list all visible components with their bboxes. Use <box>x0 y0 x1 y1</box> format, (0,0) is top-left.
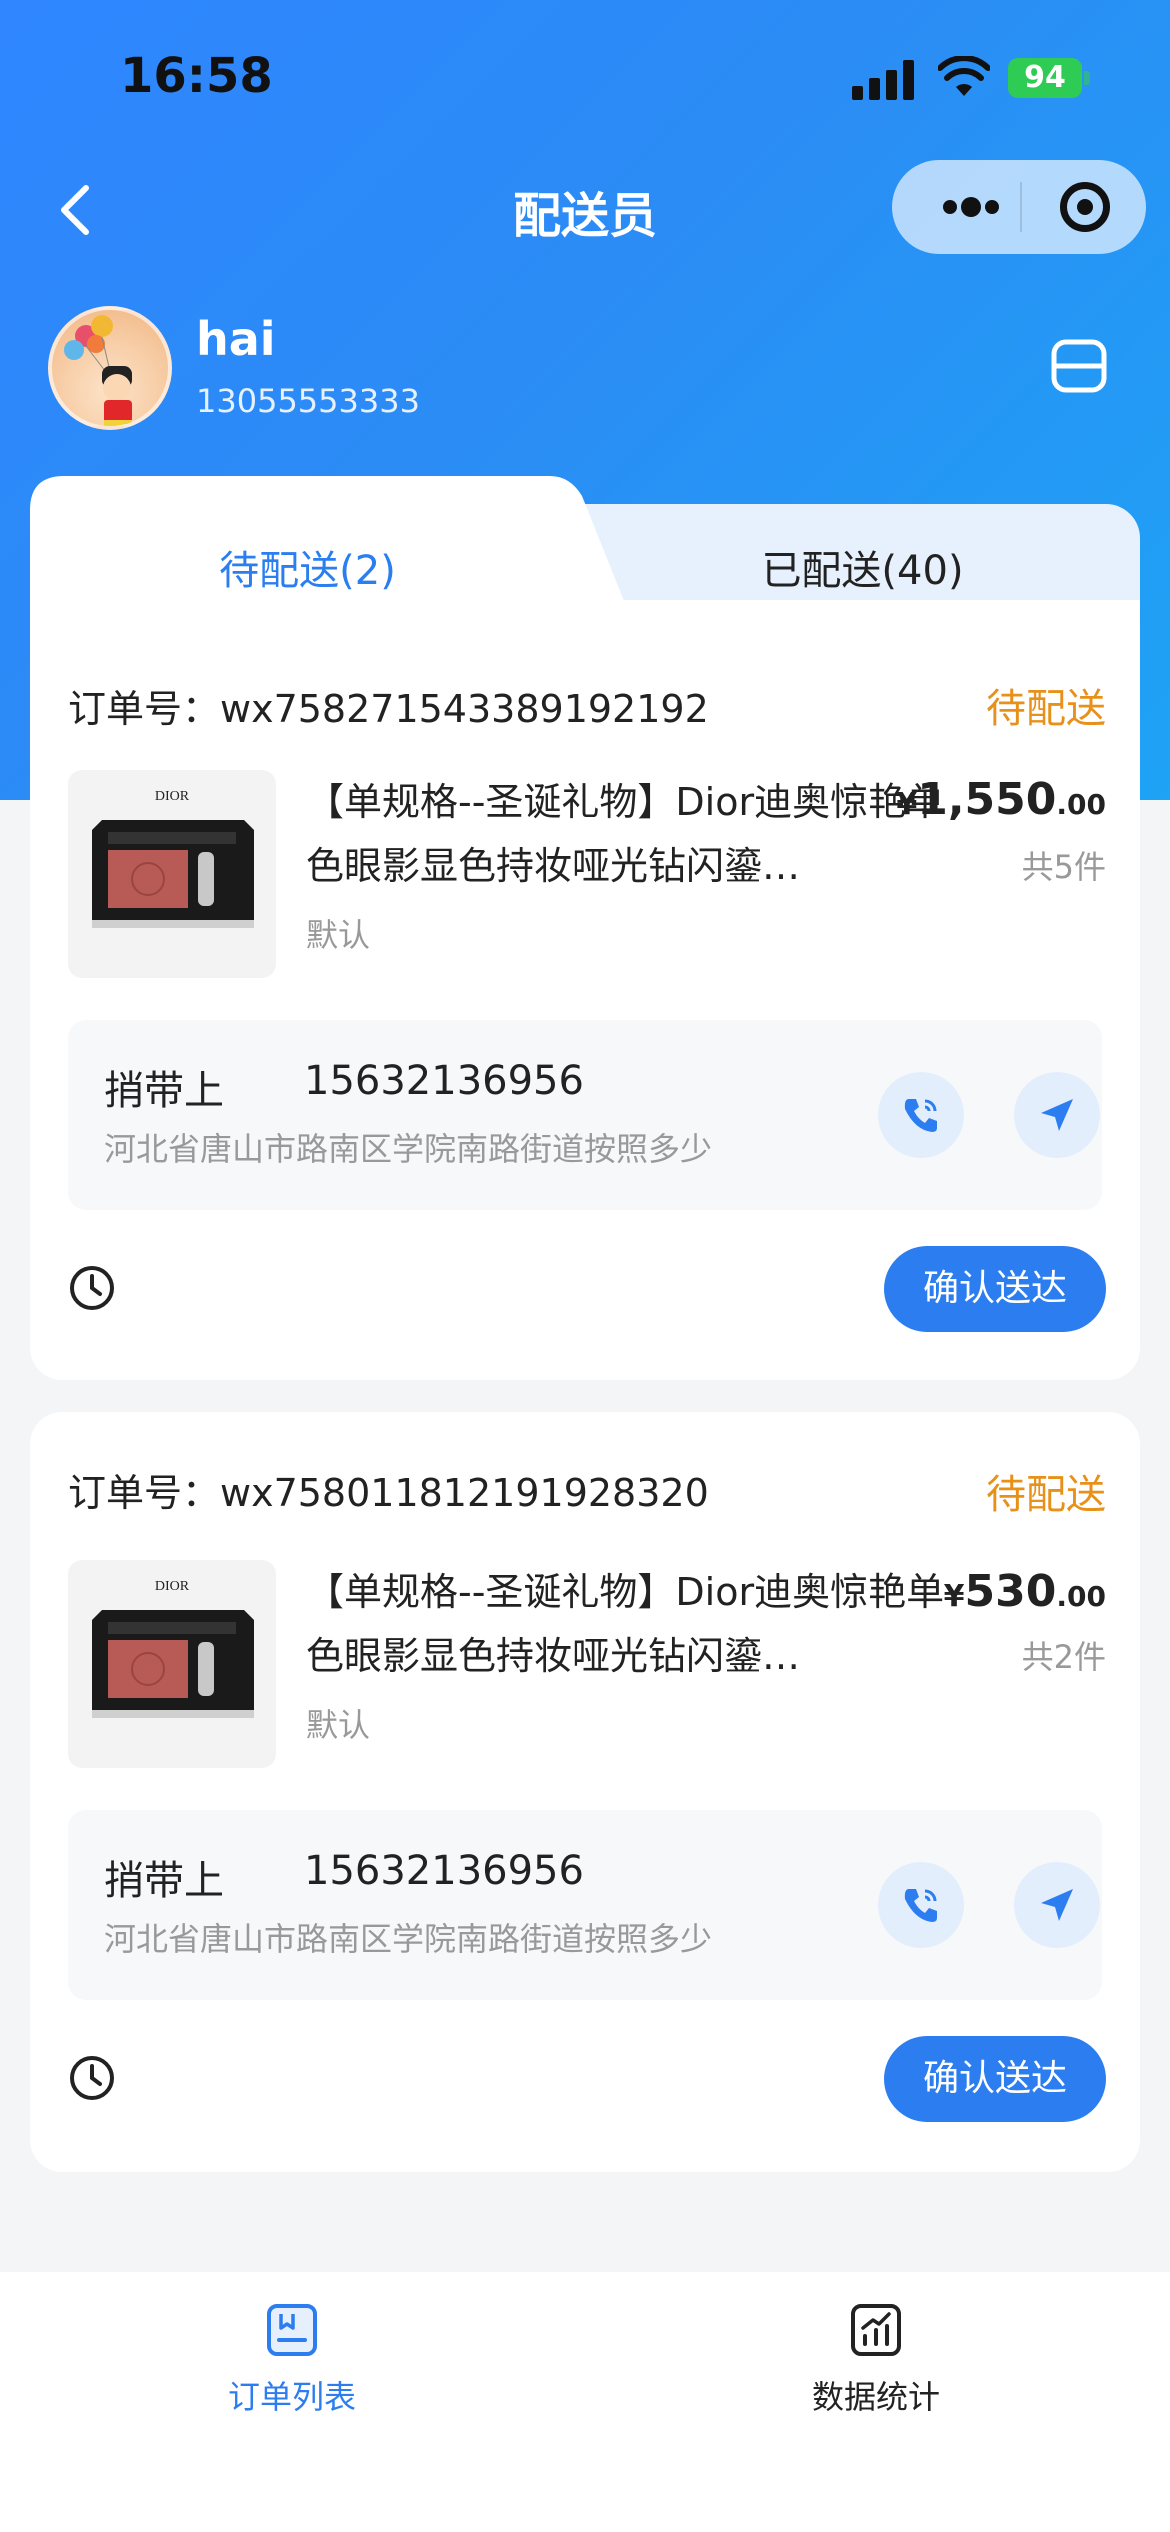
close-mini-program-icon[interactable] <box>1060 182 1110 232</box>
switch-account-icon[interactable] <box>1050 338 1108 394</box>
order-number: 订单号：wx758271543389192192 <box>68 687 709 731</box>
order-status: 待配送 <box>986 1472 1106 1518</box>
confirm-delivery-button[interactable]: 确认送达 <box>884 2036 1106 2122</box>
phone-icon <box>904 1099 937 1132</box>
wifi-icon <box>938 56 990 96</box>
item-count: 共5件 <box>1021 848 1106 886</box>
product-image[interactable]: DIOR <box>68 770 276 978</box>
order-status: 待配送 <box>986 686 1106 732</box>
phone-icon <box>904 1889 937 1922</box>
call-button[interactable] <box>878 1072 964 1158</box>
product-price: ¥1,550.00 <box>896 774 1106 825</box>
mini-program-capsule <box>892 160 1146 254</box>
call-button[interactable] <box>878 1862 964 1948</box>
product-price: ¥530.00 <box>943 1566 1106 1617</box>
product-spec: 默认 <box>306 916 371 954</box>
more-menu-icon[interactable] <box>926 160 1016 254</box>
receiver-phone: 15632136956 <box>304 1848 584 1894</box>
tab-pending[interactable]: 待配送(2) <box>30 538 585 596</box>
receiver-address: 河北省唐山市路南区学院南路街道按照多少 <box>104 1920 713 1958</box>
product-image[interactable]: DIOR <box>68 1560 276 1768</box>
receiver-name: 捎带上 <box>104 1858 224 1904</box>
order-card: 订单号：wx758271543389192192 待配送 DIOR 【单规格--… <box>30 600 1140 1380</box>
user-name: hai <box>196 312 276 366</box>
user-phone: 13055553333 <box>196 382 420 420</box>
stats-icon <box>851 2304 901 2356</box>
clock-icon <box>70 1266 114 1310</box>
product-title: 【单规格--圣诞礼物】Dior迪奥惊艳单色眼影显色持妆哑光钻闪鎏… <box>306 780 945 888</box>
receiver-address: 河北省唐山市路南区学院南路街道按照多少 <box>104 1130 713 1168</box>
svg-text:DIOR: DIOR <box>155 1579 190 1594</box>
clock-icon <box>70 2056 114 2100</box>
tabbar-label-stats: 数据统计 <box>811 2378 940 2416</box>
tab-delivered[interactable]: 已配送(40) <box>585 538 1140 596</box>
tabbar-label-orders: 订单列表 <box>227 2378 356 2416</box>
receiver-info: 捎带上 15632136956 河北省唐山市路南区学院南路街道按照多少 <box>68 1020 1102 1210</box>
battery-level: 94 <box>1008 58 1082 98</box>
product-title: 【单规格--圣诞礼物】Dior迪奥惊艳单色眼影显色持妆哑光钻闪鎏… <box>306 1570 945 1678</box>
order-list-icon <box>267 2304 317 2356</box>
order-number: 订单号：wx758011812191928320 <box>68 1471 709 1515</box>
bottom-tabbar: 订单列表 数据统计 <box>0 2272 1170 2532</box>
status-bar: 16:58 94 <box>0 0 1170 150</box>
svg-text:DIOR: DIOR <box>155 789 190 804</box>
receiver-name: 捎带上 <box>104 1068 224 1114</box>
confirm-delivery-button[interactable]: 确认送达 <box>884 1246 1106 1332</box>
tabbar-item-orders[interactable]: 订单列表 <box>142 2302 442 2418</box>
battery-icon: 94 <box>1008 58 1090 98</box>
status-time: 16:58 <box>120 48 273 104</box>
avatar <box>48 306 172 430</box>
navigate-button[interactable] <box>1014 1072 1100 1158</box>
receiver-info: 捎带上 15632136956 河北省唐山市路南区学院南路街道按照多少 <box>68 1810 1102 2000</box>
navigate-button[interactable] <box>1014 1862 1100 1948</box>
receiver-phone: 15632136956 <box>304 1058 584 1104</box>
item-count: 共2件 <box>1021 1638 1106 1676</box>
navigation-arrow-icon <box>1041 1889 1073 1921</box>
order-card: 订单号：wx758011812191928320 待配送 DIOR 【单规格--… <box>30 1412 1140 2172</box>
tabbar-item-stats[interactable]: 数据统计 <box>726 2302 1026 2418</box>
navigation-arrow-icon <box>1041 1099 1073 1131</box>
cellular-signal-icon <box>852 60 914 100</box>
product-spec: 默认 <box>306 1706 371 1744</box>
